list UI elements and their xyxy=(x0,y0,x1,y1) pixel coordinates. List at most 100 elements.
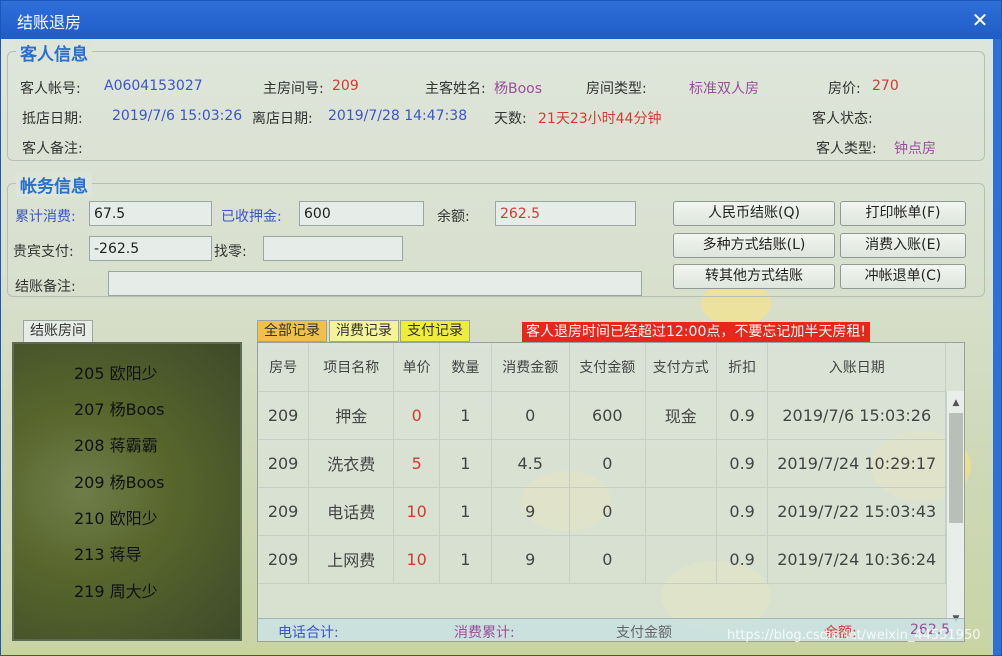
consume-total-label: 消费累计: xyxy=(454,625,515,641)
cell-qty: 1 xyxy=(439,535,492,584)
vip-pay-label: 贵宾支付: xyxy=(13,244,74,260)
cell-unit-price: 5 xyxy=(393,439,440,488)
room-label: 主房间号: xyxy=(263,81,324,97)
scroll-thumb[interactable] xyxy=(949,413,963,523)
cell-item: 押金 xyxy=(308,391,395,440)
change-field[interactable] xyxy=(263,236,403,261)
reverse-refund-button[interactable]: 冲帐退单(C) xyxy=(840,264,966,289)
table-scrollbar[interactable]: ▲ ▼ xyxy=(946,391,964,631)
column-header[interactable]: 支付金额 xyxy=(569,343,646,392)
total-consume-field[interactable] xyxy=(89,201,212,226)
tab-checkout-rooms[interactable]: 结账房间 xyxy=(23,320,93,342)
cell-item: 电话费 xyxy=(308,487,395,536)
late-checkout-warning: 客人退房时间已经超过12:00点，不要忘记加半天房租! xyxy=(522,322,870,342)
guest-type-label: 客人类型: xyxy=(816,141,877,157)
deposit-field[interactable] xyxy=(299,201,424,226)
column-header[interactable]: 数量 xyxy=(439,343,492,392)
records-grid: 房号 项目名称 单价 数量 消费金额 支付金额 支付方式 折扣 入账日期 209… xyxy=(258,343,946,584)
room-list-item[interactable]: 208 蒋霸霸 xyxy=(74,432,158,456)
cell-pay-amount: 0 xyxy=(569,535,646,584)
account-info-legend: 帐务信息 xyxy=(16,172,92,197)
cell-room: 209 xyxy=(258,391,310,440)
column-header[interactable]: 房号 xyxy=(258,343,310,392)
cell-entry-date: 2019/7/24 10:29:17 xyxy=(767,439,946,488)
cell-discount: 0.9 xyxy=(716,439,769,488)
room-list-item[interactable]: 219 周大少 xyxy=(74,578,158,602)
days-label: 天数: xyxy=(494,111,527,127)
guest-status-label: 客人状态: xyxy=(812,111,873,127)
cell-room: 209 xyxy=(258,487,310,536)
checkout-label: 离店日期: xyxy=(252,111,313,127)
tab-payment-records[interactable]: 支付记录 xyxy=(400,320,470,342)
cell-unit-price: 0 xyxy=(393,391,440,440)
settle-note-field[interactable] xyxy=(108,271,642,296)
checkout-window: 结账退房 ✕ 客人信息 客人帐号: A0604153027 主房间号: 209 … xyxy=(0,0,1002,656)
cell-item: 洗衣费 xyxy=(308,439,395,488)
vip-pay-field[interactable] xyxy=(89,236,212,261)
total-consume-label: 累计消费: xyxy=(15,209,76,225)
print-bill-button[interactable]: 打印帐单(F) xyxy=(840,201,966,226)
cell-consume-amount: 9 xyxy=(491,487,570,536)
column-header[interactable]: 项目名称 xyxy=(308,343,395,392)
cell-entry-date: 2019/7/22 15:03:43 xyxy=(767,487,946,536)
room-value: 209 xyxy=(332,78,359,94)
checkout-value: 2019/7/28 14:47:38 xyxy=(328,108,468,124)
column-header[interactable]: 入账日期 xyxy=(767,343,946,392)
cell-qty: 1 xyxy=(439,439,492,488)
scroll-up-icon[interactable]: ▲ xyxy=(950,397,962,409)
table-row[interactable]: 209 上网费 10 1 9 0 0.9 2019/7/24 10:36:24 xyxy=(258,535,946,584)
other-settle-button[interactable]: 转其他方式结账 xyxy=(673,264,835,289)
cell-pay-amount: 600 xyxy=(569,391,646,440)
phone-total-label: 电话合计: xyxy=(278,625,339,641)
room-list-item[interactable]: 207 杨Boos xyxy=(74,396,165,420)
title-bar: 结账退房 ✕ xyxy=(1,1,1001,39)
account-label: 客人帐号: xyxy=(20,81,81,97)
tab-consume-records[interactable]: 消费记录 xyxy=(329,320,399,342)
cell-pay-amount: 0 xyxy=(569,487,646,536)
column-header[interactable]: 单价 xyxy=(393,343,440,392)
settle-note-label: 结账备注: xyxy=(15,279,76,295)
column-header[interactable]: 折扣 xyxy=(716,343,769,392)
checkin-value: 2019/7/6 15:03:26 xyxy=(112,108,243,124)
checkout-room-list: 205 欧阳少 207 杨Boos 208 蒋霸霸 209 杨Boos 210 … xyxy=(12,342,242,641)
cell-room: 209 xyxy=(258,439,310,488)
table-row[interactable]: 209 电话费 10 1 9 0 0.9 2019/7/22 15:03:43 xyxy=(258,487,946,536)
table-row[interactable]: 209 押金 0 1 0 600 现金 0.9 2019/7/6 15:03:2… xyxy=(258,391,946,440)
cell-consume-amount: 0 xyxy=(491,391,570,440)
tab-all-records[interactable]: 全部记录 xyxy=(257,320,327,342)
records-table: 房号 项目名称 单价 数量 消费金额 支付金额 支付方式 折扣 入账日期 209… xyxy=(257,342,965,642)
rmb-settle-button[interactable]: 人民币结账(Q) xyxy=(673,201,835,226)
days-value: 21天23小时44分钟 xyxy=(538,111,662,127)
column-header[interactable]: 消费金额 xyxy=(491,343,570,392)
cell-qty: 1 xyxy=(439,487,492,536)
checkin-label: 抵店日期: xyxy=(22,111,83,127)
table-header-row: 房号 项目名称 单价 数量 消费金额 支付金额 支付方式 折扣 入账日期 xyxy=(258,343,946,392)
consume-entry-button[interactable]: 消费入账(E) xyxy=(840,233,966,258)
cell-item: 上网费 xyxy=(308,535,395,584)
multi-settle-button[interactable]: 多种方式结账(L) xyxy=(673,233,835,258)
cell-discount: 0.9 xyxy=(716,487,769,536)
cell-entry-date: 2019/7/6 15:03:26 xyxy=(767,391,946,440)
guest-info-legend: 客人信息 xyxy=(16,40,92,65)
room-list-item[interactable]: 210 欧阳少 xyxy=(74,505,158,529)
cell-unit-price: 10 xyxy=(393,487,440,536)
room-list-item[interactable]: 209 杨Boos xyxy=(74,469,165,493)
watermark: https://blog.csdn.net/weixin_44551950 xyxy=(727,628,981,643)
guest-note-label: 客人备注: xyxy=(22,141,83,157)
deposit-label: 已收押金: xyxy=(221,209,282,225)
cell-discount: 0.9 xyxy=(716,535,769,584)
table-row[interactable]: 209 洗衣费 5 1 4.5 0 0.9 2019/7/24 10:29:17 xyxy=(258,439,946,488)
guest-name-label: 主客姓名: xyxy=(425,81,486,97)
cell-pay-method xyxy=(645,487,717,536)
cell-qty: 1 xyxy=(439,391,492,440)
column-header[interactable]: 支付方式 xyxy=(645,343,717,392)
close-icon[interactable]: ✕ xyxy=(969,9,991,31)
room-list-item[interactable]: 213 蒋导 xyxy=(74,541,142,565)
window-title: 结账退房 xyxy=(17,13,82,32)
room-list-item[interactable]: 205 欧阳少 xyxy=(74,360,158,384)
cell-discount: 0.9 xyxy=(716,391,769,440)
account-value: A0604153027 xyxy=(104,78,203,94)
balance-field[interactable] xyxy=(495,201,636,226)
price-value: 270 xyxy=(872,78,899,94)
cell-room: 209 xyxy=(258,535,310,584)
